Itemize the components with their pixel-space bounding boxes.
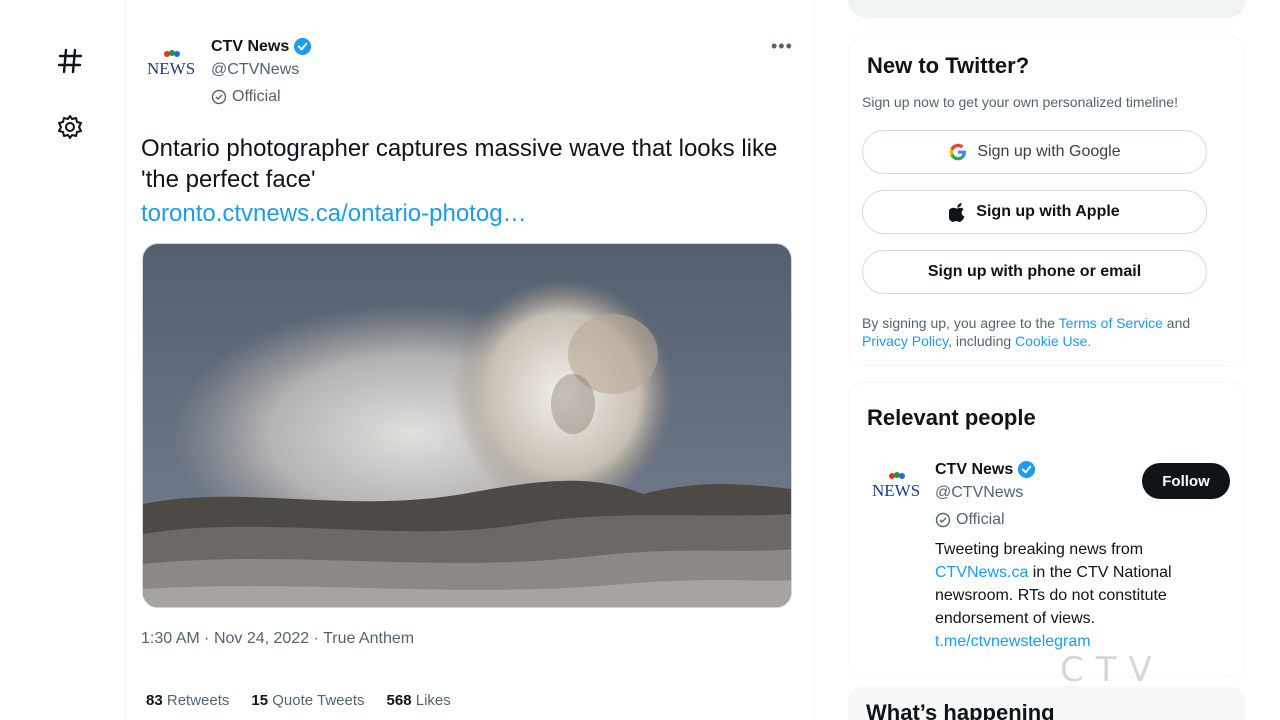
person-bio: Tweeting breaking news from CTVNews.ca i… [935, 541, 1172, 650]
gear-icon[interactable] [56, 113, 84, 141]
author-handle[interactable]: @CTVNews [211, 61, 299, 79]
tweet-time[interactable]: 1:30 AM [141, 630, 200, 647]
author-name[interactable]: CTV News [211, 37, 312, 56]
cookie-use-link[interactable]: Cookie Use. [1015, 333, 1091, 349]
follow-button[interactable]: Follow [1142, 463, 1230, 499]
official-check-icon [935, 512, 951, 528]
relevant-people-title: Relevant people [867, 405, 1036, 430]
bio-site-link[interactable]: CTVNews.ca [935, 564, 1028, 581]
relevant-people-card: Relevant people NEWS CTV News @CTVNews O… [848, 382, 1246, 677]
right-sidebar: New to Twitter? Sign up now to get your … [848, 0, 1248, 720]
terms-text: By signing up, you agree to the Terms of… [862, 315, 1191, 349]
verified-badge-icon [1018, 460, 1036, 479]
ctv-watermark: CTV [1060, 650, 1164, 690]
tweet-date[interactable]: Nov 24, 2022 [214, 630, 309, 647]
logo-text: NEWS [147, 59, 194, 78]
left-nav [0, 0, 125, 720]
terms-of-service-link[interactable]: Terms of Service [1059, 315, 1163, 331]
official-check-icon [211, 89, 227, 105]
person-handle[interactable]: @CTVNews [935, 484, 1023, 502]
verified-badge-icon [294, 37, 312, 56]
signup-phone-email-button[interactable]: Sign up with phone or email [862, 250, 1207, 294]
tweet-detail: NEWS CTV News @CTVNews Official ••• Onta… [125, 0, 815, 720]
person-official-label: Official [935, 511, 1005, 529]
apple-icon [949, 203, 965, 222]
author-avatar[interactable]: NEWS [146, 48, 195, 78]
signup-title: New to Twitter? [867, 53, 1030, 78]
retweets-stat[interactable]: 83 Retweets [146, 692, 229, 709]
official-label: Official [211, 88, 281, 106]
tweet-link[interactable]: toronto.ctvnews.ca/ontario-photog… [141, 198, 527, 229]
signup-google-button[interactable]: Sign up with Google [862, 130, 1207, 174]
person-logo-text: NEWS [872, 481, 919, 500]
person-avatar[interactable]: NEWS [871, 470, 920, 500]
tweet-image[interactable] [142, 243, 792, 608]
more-options-icon[interactable]: ••• [771, 36, 793, 57]
likes-stat[interactable]: 568 Likes [387, 692, 451, 709]
search-box[interactable] [848, 0, 1246, 18]
signup-apple-button[interactable]: Sign up with Apple [862, 190, 1207, 234]
signup-subtitle: Sign up now to get your own personalized… [862, 94, 1178, 110]
signup-card: New to Twitter? Sign up now to get your … [848, 36, 1246, 366]
tweet-meta: 1:30 AM · Nov 24, 2022 · True Anthem [141, 630, 415, 647]
google-icon [949, 143, 967, 161]
tweet-stats: 83 Retweets 15 Quote Tweets 568 Likes [146, 692, 451, 709]
tweet-text: Ontario photographer captures massive wa… [141, 135, 778, 193]
bio-telegram-link[interactable]: t.me/ctvnewstelegram [935, 633, 1091, 650]
person-name[interactable]: CTV News [935, 460, 1036, 479]
tweet-source[interactable]: True Anthem [323, 630, 414, 647]
whats-happening-card: What’s happening [848, 686, 1246, 720]
twitter-bird-icon[interactable] [54, 0, 86, 6]
privacy-policy-link[interactable]: Privacy Policy [862, 333, 948, 349]
hashtag-icon[interactable] [56, 47, 84, 75]
quotes-stat[interactable]: 15 Quote Tweets [251, 692, 364, 709]
whats-happening-title: What’s happening [866, 700, 1055, 720]
